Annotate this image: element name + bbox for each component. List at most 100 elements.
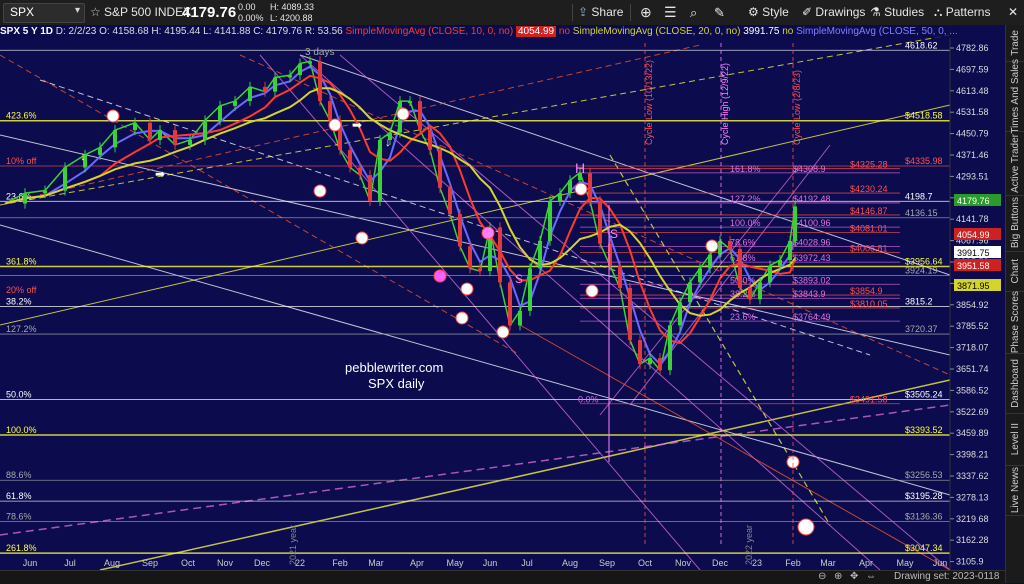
fib-label-left: 127.2% — [6, 324, 37, 334]
x-tick-label: 23 — [752, 558, 762, 568]
cycle-label: Cycle High (12/9/22) — [720, 63, 730, 145]
price-chart[interactable]: 4618.62$4518.58$4335.984198.74136.15$395… — [0, 25, 1005, 570]
drawings-button[interactable]: ✐ Drawings — [802, 0, 865, 25]
chart-area[interactable]: 4618.62 $4518.58 $4335.98 4198.7 4136.15 $395… — [0, 25, 1005, 570]
candle-body — [98, 147, 102, 155]
x-tick-label: Jun — [483, 558, 498, 568]
candle-body — [263, 86, 267, 92]
legend-no1: no — [558, 26, 571, 37]
candle-body — [148, 122, 152, 140]
style-button[interactable]: ⚙ Style — [748, 0, 789, 25]
adjust-icon[interactable]: ☰ — [664, 0, 677, 25]
marker-circle — [396, 107, 410, 121]
price-badge-label: 3991.75 — [957, 248, 990, 258]
price-badge-label: 3871.95 — [957, 281, 990, 291]
candle-body — [113, 130, 117, 148]
level-label: $3256.53 — [905, 470, 943, 480]
fib-label-left: 423.6% — [6, 111, 37, 121]
candle-body — [158, 130, 162, 140]
x-tick-label: Oct — [638, 558, 653, 568]
sidebar-tab-dashboard[interactable]: Dashboard — [1006, 353, 1024, 414]
trend-line — [0, 54, 521, 356]
x-tick-label: May — [446, 558, 464, 568]
fib-label-left: 100.0% — [6, 425, 37, 435]
fib-label-left: 78.6% — [6, 512, 32, 522]
x-tick-label: Aug — [562, 558, 578, 568]
candle-body — [428, 130, 432, 150]
candle-body — [508, 282, 512, 326]
candle-body — [518, 310, 522, 326]
x-tick-label: Nov — [675, 558, 692, 568]
x-tick-label: Aug — [104, 558, 120, 568]
star-icon[interactable]: ☆ — [90, 0, 101, 25]
close-icon[interactable]: ✕ — [1008, 0, 1018, 25]
dropdown-icon[interactable]: ▾ — [75, 5, 80, 16]
price-badge-label: 4054.99 — [957, 230, 990, 240]
candle-body — [558, 193, 562, 201]
candle-body — [538, 240, 542, 269]
level-label: $3136.36 — [905, 512, 943, 522]
sidebar-tab-live-news[interactable]: Live News — [1006, 465, 1024, 516]
share-label: Share — [591, 5, 624, 19]
x-tick-label: Jun — [23, 558, 38, 568]
sidebar-tab-phase-scores[interactable]: Phase Scores — [1006, 291, 1024, 354]
mid-level-label: $4308.9 — [793, 164, 826, 174]
sidebar-tab-trade[interactable]: Trade — [1006, 25, 1024, 62]
x-tick-label: Nov — [217, 558, 234, 568]
level-label: 4618.62 — [905, 40, 938, 50]
sidebar-tab-chart[interactable]: Chart — [1006, 251, 1024, 292]
x-tick-label: Feb — [332, 558, 348, 568]
fit-icon[interactable]: ⇔ — [866, 571, 876, 582]
last-price: 4179.76 — [182, 4, 237, 21]
sidebar-tab-big-buttons[interactable]: Big Buttons — [1006, 195, 1024, 252]
fib-pct-label: 127.2% — [730, 194, 761, 204]
zoom-in-icon[interactable]: ⊕ — [834, 571, 842, 582]
mid-level-label: $4006.81 — [850, 244, 888, 254]
candle-body — [218, 105, 222, 121]
mid-level-label: $3972.43 — [793, 253, 831, 263]
search-icon[interactable]: ⌕ — [690, 0, 697, 25]
y-tick-label: 3219.68 — [956, 514, 989, 524]
marker-circle — [313, 184, 327, 198]
add-icon[interactable]: ⊕ — [640, 0, 652, 25]
candle-body — [793, 206, 797, 241]
fib-pct-label: 23.6% — [730, 312, 756, 322]
fib-pct-label: 100.0% — [730, 218, 761, 228]
zoom-out-icon[interactable]: ⊖ — [818, 571, 826, 582]
y-tick-label: 3854.92 — [956, 300, 989, 310]
x-tick-label: Mar — [820, 558, 836, 568]
candle-body — [718, 240, 722, 255]
y-tick-label: 3105.9 — [956, 557, 984, 567]
candle-body — [678, 302, 682, 326]
level-label: 4136.15 — [905, 208, 938, 218]
level-label: 3815.2 — [905, 296, 933, 306]
symbol-input[interactable]: SPX ▾ — [3, 3, 85, 23]
marker-circle — [460, 282, 474, 296]
candle-body — [448, 187, 452, 215]
candle-body — [478, 268, 482, 272]
arrow-icon: ↓ — [385, 135, 391, 149]
x-tick-label: 22 — [295, 558, 305, 568]
sidebar-tab-times-and-sales[interactable]: Times And Sales — [1006, 59, 1024, 133]
pan-icon[interactable]: ✥ — [850, 571, 858, 582]
candle-body — [408, 101, 412, 104]
fib-label-left: 38.2% — [6, 296, 32, 306]
draw-icon[interactable]: ✎ — [714, 0, 725, 25]
candle-body — [748, 287, 752, 300]
studies-button[interactable]: ⚗ Studies — [870, 0, 924, 25]
watermark-line1: pebblewriter.com — [345, 360, 443, 375]
share-button[interactable]: ⇪ Share — [578, 0, 623, 25]
candle-body — [738, 249, 742, 288]
marker-circle — [328, 118, 342, 132]
mid-level-label: $4100.96 — [793, 218, 831, 228]
sidebar-tab-active-trader[interactable]: Active Trader — [1006, 131, 1024, 196]
drawing-set-label[interactable]: Drawing set: 2023-0118 — [894, 571, 999, 582]
candle-body — [233, 101, 237, 106]
share-icon: ⇪ — [578, 5, 589, 19]
shoulder-label: S — [515, 272, 523, 286]
patterns-button[interactable]: ⛬ Patterns — [934, 0, 990, 25]
candle-body — [458, 214, 462, 247]
ohlc-legend: SPX 5 Y 1D D: 2/2/23 O: 4158.68 H: 4195.… — [0, 25, 958, 38]
legend-high: H: 4195.44 — [151, 26, 201, 37]
sidebar-tab-level-ii[interactable]: Level II — [1006, 413, 1024, 466]
